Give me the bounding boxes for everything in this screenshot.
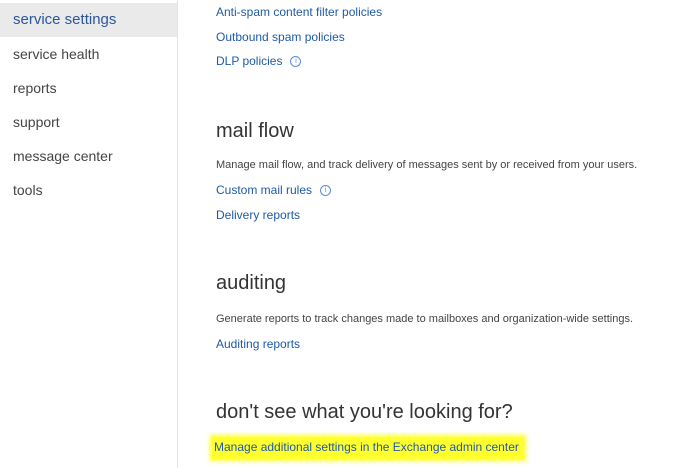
delivery-reports-link[interactable]: Delivery reports (216, 208, 300, 222)
more-settings-heading: don't see what you're looking for? (216, 401, 513, 423)
outbound-spam-policies-link[interactable]: Outbound spam policies (216, 30, 345, 44)
info-icon[interactable]: i (320, 185, 332, 196)
mail-flow-heading: mail flow (216, 120, 294, 142)
mail-flow-description: Manage mail flow, and track delivery of … (216, 159, 638, 171)
sidebar-item-message-center[interactable]: message center (0, 139, 177, 173)
sidebar-item-service-health[interactable]: service health (0, 37, 177, 71)
sidebar-item-support[interactable]: support (0, 105, 177, 139)
info-icon[interactable]: i (290, 56, 302, 67)
custom-mail-rules-link[interactable]: Custom mail rules (216, 183, 312, 197)
auditing-reports-link[interactable]: Auditing reports (216, 337, 300, 351)
auditing-heading: auditing (216, 272, 287, 294)
sidebar-item-reports[interactable]: reports (0, 71, 177, 105)
custom-mail-rules-row: Custom mail rules i (216, 183, 332, 197)
sidebar-nav: service settings service health reports … (0, 0, 178, 468)
sidebar-item-tools[interactable]: tools (0, 173, 177, 207)
admin-page: service settings service health reports … (0, 0, 675, 468)
anti-spam-policies-link[interactable]: Anti-spam content filter policies (216, 5, 382, 19)
exchange-admin-center-link[interactable]: Manage additional settings in the Exchan… (212, 437, 524, 459)
sidebar-item-service-settings[interactable]: service settings (0, 3, 177, 37)
dlp-policies-link[interactable]: DLP policies (216, 54, 282, 68)
auditing-description: Generate reports to track changes made t… (216, 313, 634, 325)
dlp-policies-row: DLP policies i (216, 54, 302, 68)
